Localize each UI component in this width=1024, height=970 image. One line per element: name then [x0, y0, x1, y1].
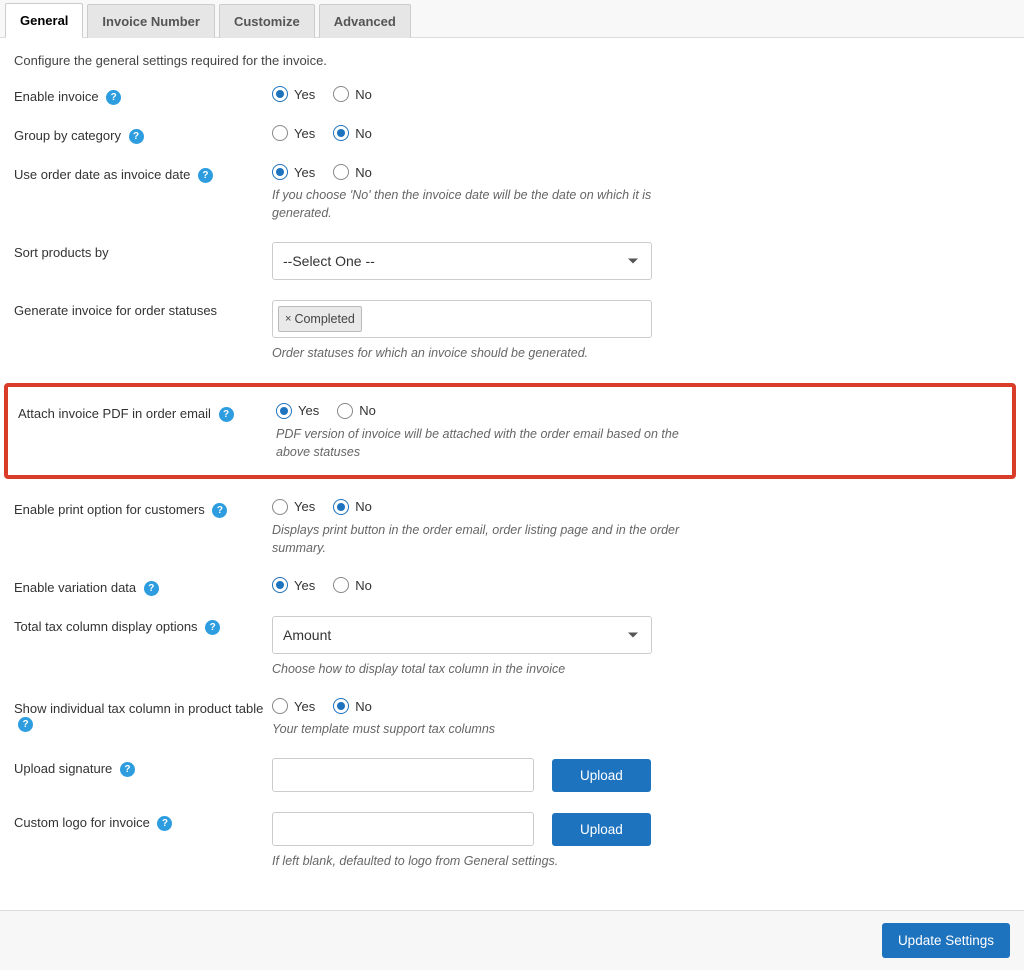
label-order-date: Use order date as invoice date [14, 167, 190, 182]
row-enable-print: Enable print option for customers ? Yes … [14, 499, 1010, 557]
individual-tax-no[interactable]: No [333, 698, 372, 714]
hint-enable-print: Displays print button in the order email… [272, 521, 692, 557]
help-icon[interactable]: ? [144, 581, 159, 596]
enable-invoice-yes[interactable]: Yes [272, 86, 315, 102]
tab-invoice-number[interactable]: Invoice Number [87, 4, 215, 38]
label-tax-display: Total tax column display options [14, 619, 198, 634]
attach-pdf-yes[interactable]: Yes [276, 403, 319, 419]
individual-tax-yes[interactable]: Yes [272, 698, 315, 714]
row-individual-tax: Show individual tax column in product ta… [14, 698, 1010, 738]
label-sort-products: Sort products by [14, 245, 109, 260]
radio-icon [276, 403, 292, 419]
help-icon[interactable]: ? [157, 816, 172, 831]
row-generate-statuses: Generate invoice for order statuses × Co… [14, 300, 1010, 362]
radio-icon [272, 577, 288, 593]
enable-print-no[interactable]: No [333, 499, 372, 515]
upload-signature-button[interactable]: Upload [552, 759, 651, 792]
status-tagbox[interactable]: × Completed [272, 300, 652, 338]
row-sort-products: Sort products by --Select One -- [14, 242, 1010, 280]
radio-icon [333, 125, 349, 141]
variation-yes[interactable]: Yes [272, 577, 315, 593]
order-date-yes[interactable]: Yes [272, 164, 315, 180]
row-tax-display: Total tax column display options ? Amoun… [14, 616, 1010, 678]
close-icon[interactable]: × [285, 313, 291, 325]
help-icon[interactable]: ? [212, 503, 227, 518]
upload-logo-button[interactable]: Upload [552, 813, 651, 846]
tax-display-select[interactable]: Amount [272, 616, 652, 654]
tabs-bar: General Invoice Number Customize Advance… [0, 0, 1024, 38]
radio-icon [272, 698, 288, 714]
help-icon[interactable]: ? [106, 90, 121, 105]
hint-tax-display: Choose how to display total tax column i… [272, 660, 692, 678]
hint-custom-logo: If left blank, defaulted to logo from Ge… [272, 852, 692, 870]
tab-general[interactable]: General [5, 3, 83, 38]
radio-icon [333, 698, 349, 714]
label-individual-tax: Show individual tax column in product ta… [14, 701, 263, 716]
settings-content: Configure the general settings required … [0, 38, 1024, 910]
help-icon[interactable]: ? [18, 717, 33, 732]
hint-order-date: If you choose 'No' then the invoice date… [272, 186, 692, 222]
radio-icon [272, 86, 288, 102]
label-custom-logo: Custom logo for invoice [14, 815, 150, 830]
attach-pdf-no[interactable]: No [337, 403, 376, 419]
help-icon[interactable]: ? [198, 168, 213, 183]
enable-print-yes[interactable]: Yes [272, 499, 315, 515]
help-icon[interactable]: ? [129, 129, 144, 144]
radio-icon [272, 125, 288, 141]
tab-advanced[interactable]: Advanced [319, 4, 411, 38]
help-icon[interactable]: ? [205, 620, 220, 635]
tab-customize[interactable]: Customize [219, 4, 315, 38]
radio-icon [333, 499, 349, 515]
row-attach-pdf: Attach invoice PDF in order email ? Yes … [18, 403, 1006, 461]
row-variation: Enable variation data ? Yes No [14, 577, 1010, 596]
radio-icon [333, 577, 349, 593]
radio-icon [333, 164, 349, 180]
group-category-yes[interactable]: Yes [272, 125, 315, 141]
signature-input[interactable] [272, 758, 534, 792]
logo-input[interactable] [272, 812, 534, 846]
highlight-attach-pdf: Attach invoice PDF in order email ? Yes … [4, 383, 1016, 479]
row-upload-signature: Upload signature ? Upload [14, 758, 1010, 792]
hint-individual-tax: Your template must support tax columns [272, 720, 692, 738]
label-group-category: Group by category [14, 128, 121, 143]
sort-products-select[interactable]: --Select One -- [272, 242, 652, 280]
label-attach-pdf: Attach invoice PDF in order email [18, 406, 211, 421]
update-settings-button[interactable]: Update Settings [882, 923, 1010, 958]
hint-attach-pdf: PDF version of invoice will be attached … [276, 425, 696, 461]
help-icon[interactable]: ? [120, 762, 135, 777]
radio-icon [272, 164, 288, 180]
group-category-no[interactable]: No [333, 125, 372, 141]
row-custom-logo: Custom logo for invoice ? Upload If left… [14, 812, 1010, 870]
hint-statuses: Order statuses for which an invoice shou… [272, 344, 692, 362]
order-date-no[interactable]: No [333, 164, 372, 180]
radio-icon [337, 403, 353, 419]
radio-icon [272, 499, 288, 515]
variation-no[interactable]: No [333, 577, 372, 593]
label-upload-signature: Upload signature [14, 761, 112, 776]
status-tag-completed[interactable]: × Completed [278, 306, 362, 332]
intro-text: Configure the general settings required … [14, 53, 1010, 68]
label-enable-print: Enable print option for customers [14, 502, 205, 517]
help-icon[interactable]: ? [219, 407, 234, 422]
footer-bar: Update Settings [0, 910, 1024, 970]
label-variation: Enable variation data [14, 580, 136, 595]
label-generate-statuses: Generate invoice for order statuses [14, 303, 217, 318]
label-enable-invoice: Enable invoice [14, 89, 99, 104]
row-order-date: Use order date as invoice date ? Yes No … [14, 164, 1010, 222]
enable-invoice-no[interactable]: No [333, 86, 372, 102]
row-enable-invoice: Enable invoice ? Yes No [14, 86, 1010, 105]
row-group-category: Group by category ? Yes No [14, 125, 1010, 144]
radio-icon [333, 86, 349, 102]
